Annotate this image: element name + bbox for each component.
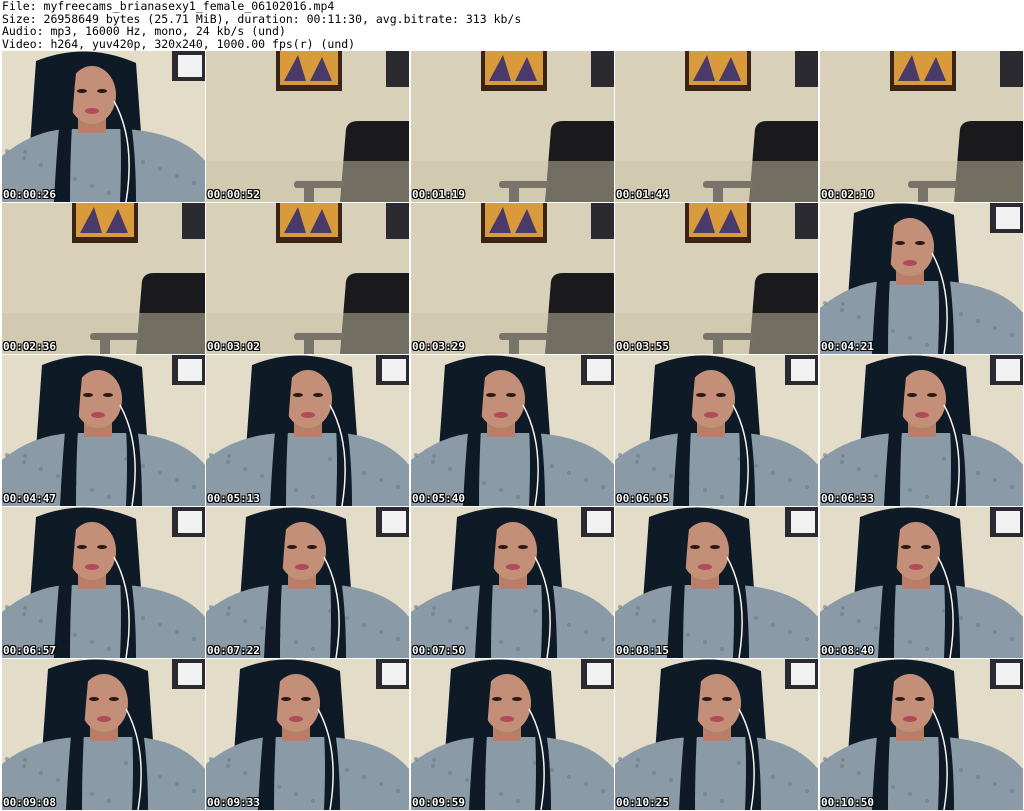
frame-timestamp: 00:05:13: [207, 492, 260, 505]
audio-info-line: Audio: mp3, 16000 Hz, mono, 24 kb/s (und…: [2, 24, 286, 38]
video-frame-thumbnail: 00:05:40: [411, 355, 614, 506]
person-frame-image: [206, 355, 409, 506]
frame-timestamp: 00:07:50: [412, 644, 465, 657]
video-frame-thumbnail: 00:03:29: [411, 203, 614, 354]
empty-room-frame-image: [206, 203, 409, 354]
thumbnail-grid: 00:00:26 00:00:52 00:01:19 00:01:44 00:02:10…: [2, 51, 1023, 811]
frame-timestamp: 00:09:08: [3, 796, 56, 809]
person-frame-image: [2, 659, 205, 810]
frame-timestamp: 00:06:57: [3, 644, 56, 657]
frame-timestamp: 00:06:05: [616, 492, 669, 505]
person-frame-image: [820, 507, 1023, 658]
frame-timestamp: 00:09:59: [412, 796, 465, 809]
person-frame-image: [411, 659, 614, 810]
person-frame-image: [2, 507, 205, 658]
video-frame-thumbnail: 00:06:57: [2, 507, 205, 658]
video-frame-thumbnail: 00:02:36: [2, 203, 205, 354]
frame-timestamp: 00:02:10: [821, 188, 874, 201]
video-frame-thumbnail: 00:07:50: [411, 507, 614, 658]
frame-timestamp: 00:01:44: [616, 188, 669, 201]
person-frame-image: [206, 659, 409, 810]
video-frame-thumbnail: 00:01:19: [411, 51, 614, 202]
frame-timestamp: 00:05:40: [412, 492, 465, 505]
video-frame-thumbnail: 00:09:08: [2, 659, 205, 810]
person-frame-image: [2, 51, 205, 202]
frame-timestamp: 00:03:29: [412, 340, 465, 353]
frame-timestamp: 00:03:55: [616, 340, 669, 353]
frame-timestamp: 00:06:33: [821, 492, 874, 505]
video-frame-thumbnail: 00:09:33: [206, 659, 409, 810]
empty-room-frame-image: [615, 51, 818, 202]
empty-room-frame-image: [411, 51, 614, 202]
video-frame-thumbnail: 00:05:13: [206, 355, 409, 506]
video-frame-thumbnail: 00:03:02: [206, 203, 409, 354]
video-frame-thumbnail: 00:08:15: [615, 507, 818, 658]
video-frame-thumbnail: 00:00:26: [2, 51, 205, 202]
video-frame-thumbnail: 00:10:25: [615, 659, 818, 810]
file-info-header: File: myfreecams_brianasexy1_female_0610…: [2, 0, 1022, 50]
video-frame-thumbnail: 00:00:52: [206, 51, 409, 202]
frame-timestamp: 00:09:33: [207, 796, 260, 809]
frame-timestamp: 00:04:21: [821, 340, 874, 353]
video-frame-thumbnail: 00:09:59: [411, 659, 614, 810]
person-frame-image: [820, 203, 1023, 354]
video-frame-thumbnail: 00:03:55: [615, 203, 818, 354]
frame-timestamp: 00:00:26: [3, 188, 56, 201]
person-frame-image: [615, 355, 818, 506]
video-frame-thumbnail: 00:02:10: [820, 51, 1023, 202]
frame-timestamp: 00:08:40: [821, 644, 874, 657]
person-frame-image: [820, 659, 1023, 810]
frame-timestamp: 00:10:25: [616, 796, 669, 809]
person-frame-image: [411, 507, 614, 658]
frame-timestamp: 00:01:19: [412, 188, 465, 201]
empty-room-frame-image: [2, 203, 205, 354]
video-frame-thumbnail: 00:04:47: [2, 355, 205, 506]
video-frame-thumbnail: 00:07:22: [206, 507, 409, 658]
video-frame-thumbnail: 00:10:50: [820, 659, 1023, 810]
empty-room-frame-image: [411, 203, 614, 354]
video-frame-thumbnail: 00:01:44: [615, 51, 818, 202]
frame-timestamp: 00:04:47: [3, 492, 56, 505]
file-name-line: File: myfreecams_brianasexy1_female_0610…: [2, 0, 335, 13]
frame-timestamp: 00:02:36: [3, 340, 56, 353]
frame-timestamp: 00:10:50: [821, 796, 874, 809]
person-frame-image: [820, 355, 1023, 506]
video-frame-thumbnail: 00:06:33: [820, 355, 1023, 506]
video-info-line: Video: h264, yuv420p, 320x240, 1000.00 f…: [2, 36, 356, 51]
video-frame-thumbnail: 00:04:21: [820, 203, 1023, 354]
frame-timestamp: 00:07:22: [207, 644, 260, 657]
person-frame-image: [615, 507, 818, 658]
person-frame-image: [2, 355, 205, 506]
person-frame-image: [615, 659, 818, 810]
empty-room-frame-image: [820, 51, 1023, 202]
empty-room-frame-image: [206, 51, 409, 202]
person-frame-image: [206, 507, 409, 658]
frame-timestamp: 00:03:02: [207, 340, 260, 353]
video-frame-thumbnail: 00:08:40: [820, 507, 1023, 658]
person-frame-image: [411, 355, 614, 506]
frame-timestamp: 00:00:52: [207, 188, 260, 201]
video-frame-thumbnail: 00:06:05: [615, 355, 818, 506]
frame-timestamp: 00:08:15: [616, 644, 669, 657]
empty-room-frame-image: [615, 203, 818, 354]
